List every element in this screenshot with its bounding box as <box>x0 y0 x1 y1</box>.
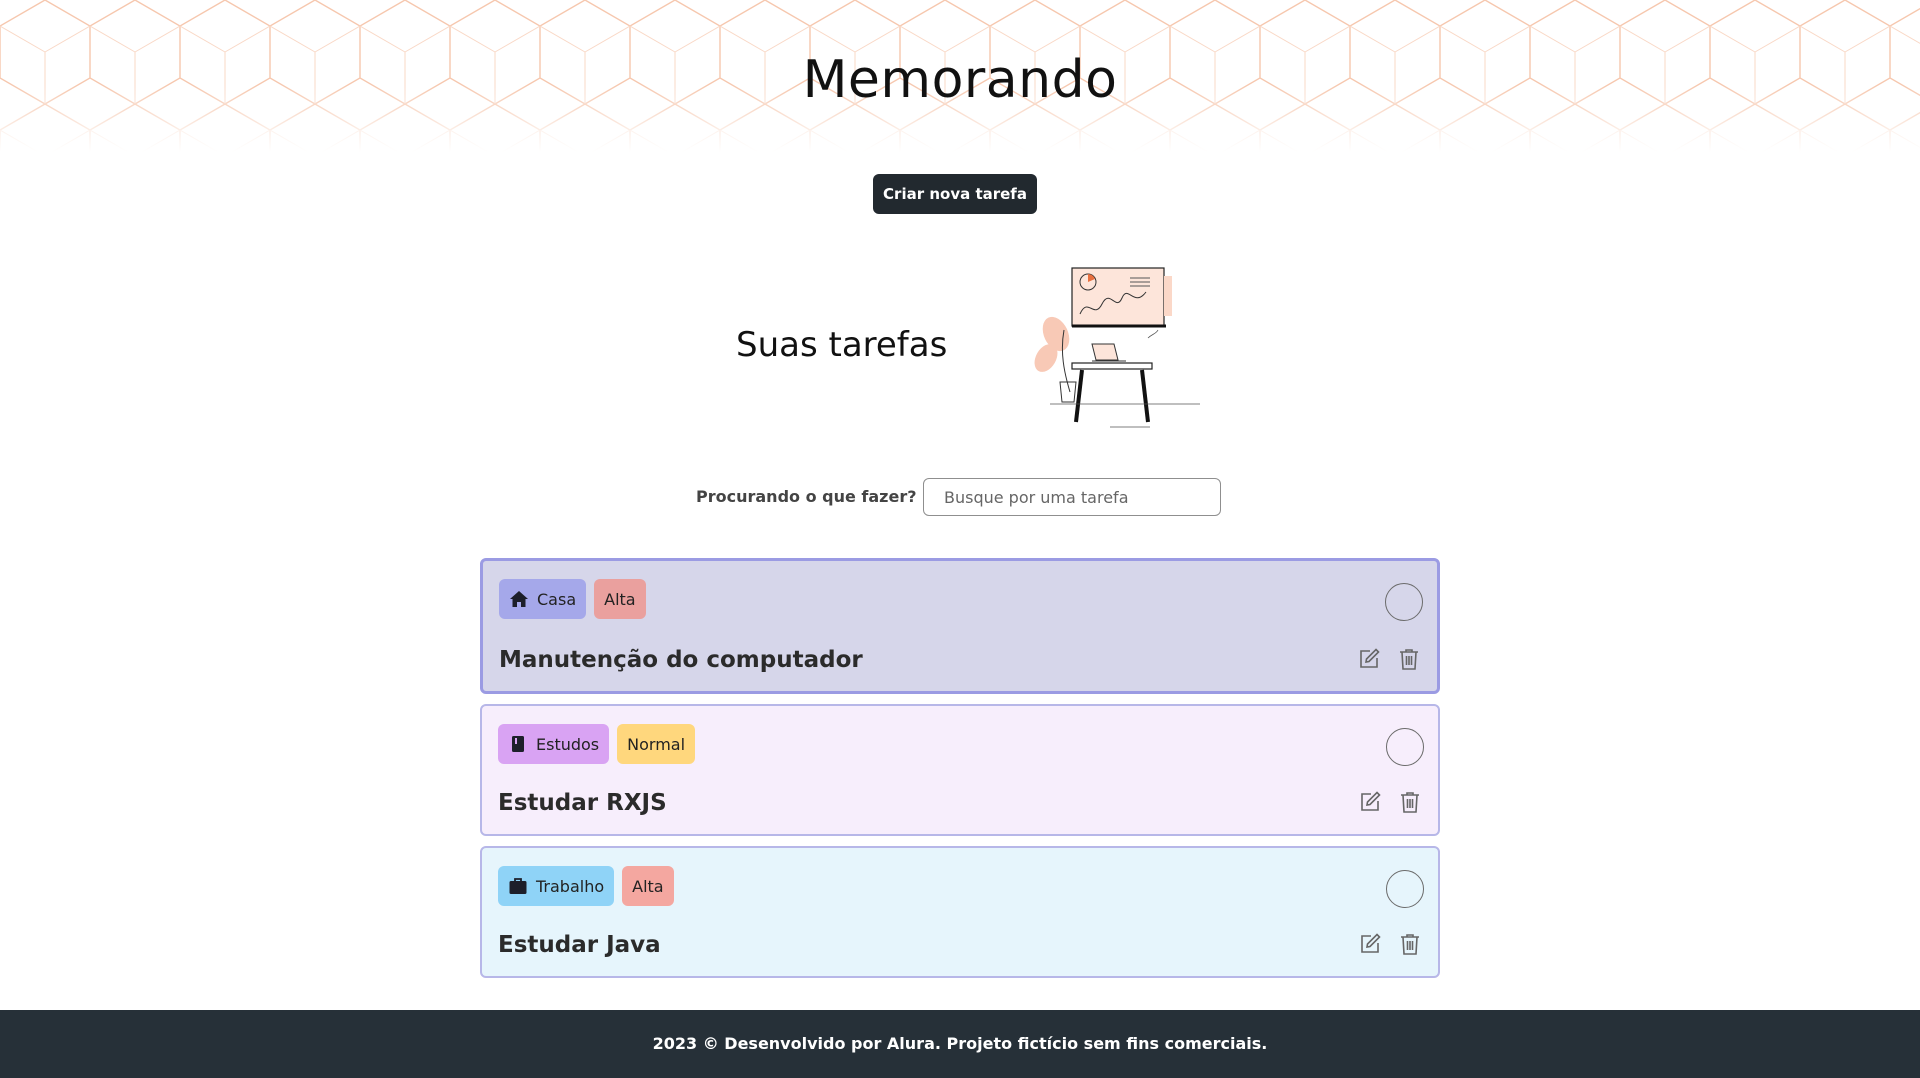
task-card[interactable]: Casa Alta Manutenção do computador <box>480 558 1440 694</box>
priority-tag: Normal <box>617 724 696 764</box>
category-label: Estudos <box>536 734 600 754</box>
task-actions <box>1357 647 1421 671</box>
house-icon <box>509 589 529 609</box>
trash-icon[interactable] <box>1398 790 1422 814</box>
task-actions <box>1358 932 1422 956</box>
search-label: Procurando o que fazer? <box>696 487 917 506</box>
book-icon <box>508 734 528 754</box>
task-name: Estudar RXJS <box>498 790 667 816</box>
task-name: Estudar Java <box>498 932 661 958</box>
page-footer: 2023 © Desenvolvido por Alura. Projeto f… <box>0 1010 1920 1078</box>
complete-toggle[interactable] <box>1385 583 1423 621</box>
task-tags: Trabalho Alta <box>498 866 674 906</box>
trash-icon[interactable] <box>1397 647 1421 671</box>
task-name: Manutenção do computador <box>499 647 863 673</box>
task-card[interactable]: Trabalho Alta Estudar Java <box>480 846 1440 978</box>
priority-tag: Alta <box>622 866 674 906</box>
complete-toggle[interactable] <box>1386 728 1424 766</box>
task-tags: Estudos Normal <box>498 724 696 764</box>
category-tag: Estudos <box>498 724 610 764</box>
app-title: Memorando <box>802 50 1118 110</box>
edit-icon[interactable] <box>1358 790 1382 814</box>
briefcase-icon <box>508 876 528 896</box>
category-tag: Trabalho <box>498 866 615 906</box>
page-header: Memorando <box>0 0 1920 152</box>
section-title: Suas tarefas <box>736 325 948 365</box>
trash-icon[interactable] <box>1398 932 1422 956</box>
task-card[interactable]: Estudos Normal Estudar RXJS <box>480 704 1440 836</box>
desk-illustration <box>1034 267 1200 428</box>
priority-tag: Alta <box>594 579 646 619</box>
category-tag: Casa <box>499 579 587 619</box>
footer-text: 2023 © Desenvolvido por Alura. Projeto f… <box>652 1034 1268 1053</box>
category-label: Casa <box>537 589 577 609</box>
create-task-button[interactable]: Criar nova tarefa <box>873 174 1037 214</box>
complete-toggle[interactable] <box>1386 870 1424 908</box>
category-label: Trabalho <box>536 876 605 896</box>
edit-icon[interactable] <box>1357 647 1381 671</box>
task-actions <box>1358 790 1422 814</box>
search-input[interactable] <box>923 478 1221 516</box>
edit-icon[interactable] <box>1358 932 1382 956</box>
task-list: Casa Alta Manutenção do computador Estud… <box>480 558 1440 988</box>
task-tags: Casa Alta <box>499 579 646 619</box>
